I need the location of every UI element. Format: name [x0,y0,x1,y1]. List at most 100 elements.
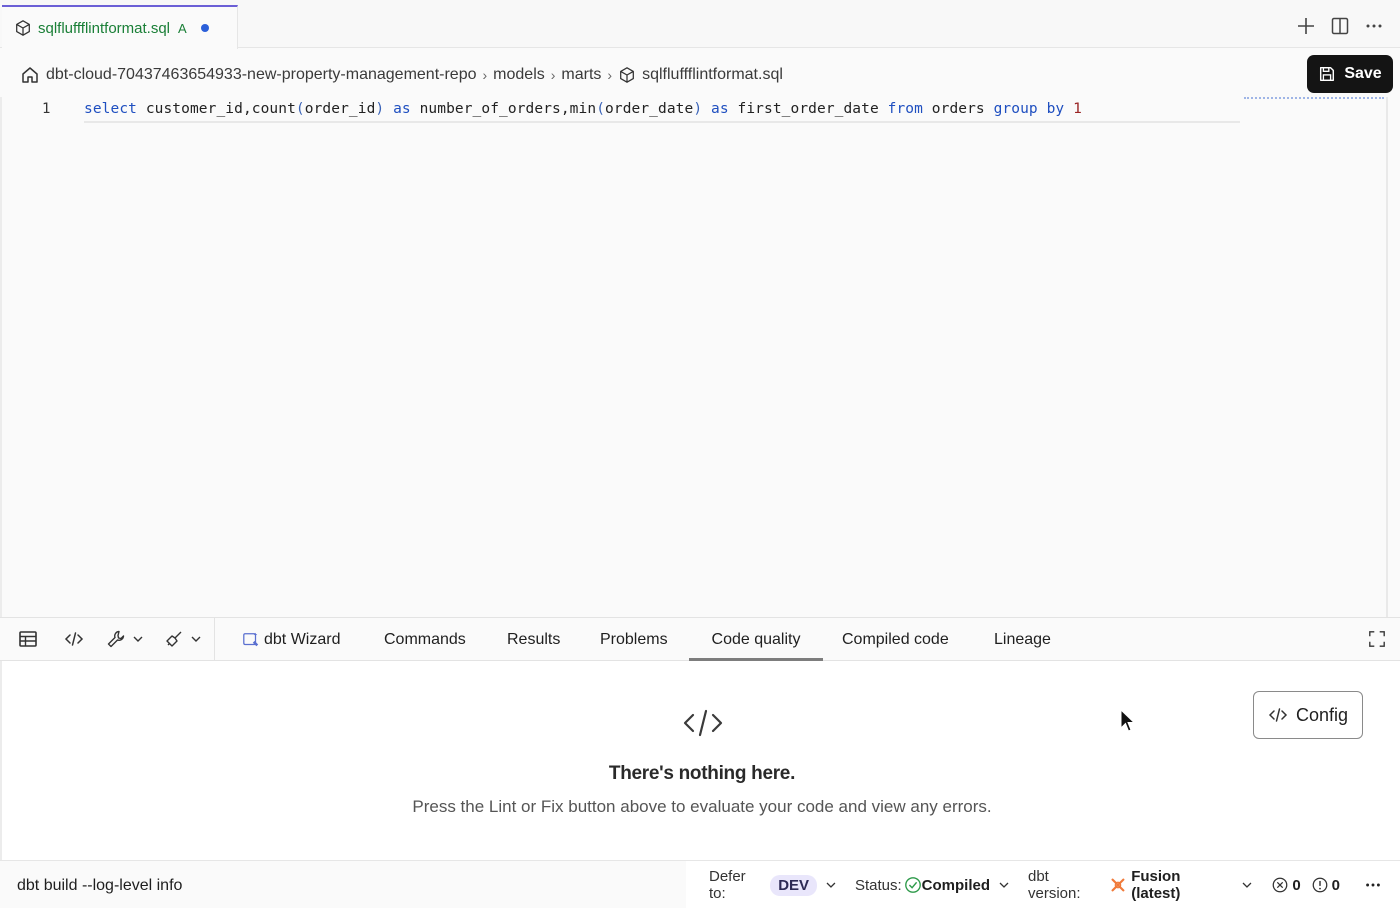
tab-problems-label: Problems [600,630,668,648]
tab-dbt-wizard-label: dbt Wizard [264,630,341,648]
wizard-icon [243,632,259,646]
chevron-down-icon [999,882,1009,888]
version-value: Fusion (latest) [1131,868,1181,902]
chevron-down-icon [826,882,836,888]
home-icon[interactable] [20,65,40,85]
tab-lineage-label: Lineage [994,630,1051,648]
tab-code-quality[interactable]: Code quality [689,618,823,661]
mouse-cursor-icon [1120,709,1136,732]
defer-selector[interactable]: Defer to: DEV [709,868,837,902]
tab-results-label: Results [507,630,561,648]
dbt-version-selector[interactable]: dbt version: Fusion (latest) [1028,868,1253,902]
breadcrumb: dbt-cloud-70437463654933-new-property-ma… [20,63,783,87]
status-value: Compiled [921,876,990,894]
chevron-down-icon [133,636,143,642]
code-icon [683,709,723,737]
status-label: Status: [854,876,902,894]
chevron-right-icon: › [607,67,613,83]
expand-icon[interactable] [1368,630,1386,648]
code-icon [64,632,84,646]
code-token: number_of_orders,min [410,101,597,117]
tab-code-quality-label: Code quality [711,630,801,648]
status-bar: dbt build --log-level info Defer to: DEV… [0,860,1400,908]
breadcrumb-marts[interactable]: marts [561,66,601,84]
breadcrumb-file[interactable]: sqlfluffflintformat.sql [642,66,783,84]
build-menu-button[interactable] [106,629,144,649]
warning-icon [1312,877,1328,893]
line-number: 1 [42,101,51,117]
code-view-button[interactable] [64,629,84,649]
lint-menu-button[interactable] [164,629,202,649]
fusion-icon [1111,878,1125,892]
file-tab[interactable]: sqlfluffflintformat.sql A [2,5,238,49]
tab-problems[interactable]: Problems [600,618,668,661]
warnings-count: 0 [1331,876,1340,894]
editor-scrollbar[interactable] [1386,97,1388,617]
tab-compiled-code[interactable]: Compiled code [842,618,949,661]
table-view-button[interactable] [18,629,38,649]
last-command[interactable]: dbt build --log-level info [17,877,182,895]
cube-icon [620,67,635,83]
code-token: as [384,101,411,117]
status-more-button[interactable] [1364,876,1382,894]
tab-commands[interactable]: Commands [384,618,466,661]
defer-label: Defer to: [709,868,746,902]
plus-icon[interactable] [1296,16,1316,36]
compile-status[interactable]: Status: Compiled [855,876,1010,894]
code-token: ) [693,101,703,117]
code-token: first_order_date [728,101,888,117]
breadcrumb-repo[interactable]: dbt-cloud-70437463654933-new-property-ma… [46,66,477,84]
empty-state-message: Press the Lint or Fix button above to ev… [412,797,992,816]
code-token: select [84,101,137,117]
bottom-panel-toolbar: dbt Wizard Commands Results Problems Cod… [0,617,1400,661]
code-token: order_date [605,101,694,117]
code-token: as [702,101,729,117]
code-token: from [887,101,923,117]
tab-filename: sqlfluffflintformat.sql [38,19,171,37]
chevron-right-icon: › [482,67,488,83]
config-label: Config [1295,704,1349,725]
code-token: ( [295,101,305,117]
warnings-counter[interactable]: 0 [1311,876,1340,894]
unsaved-dot-icon [200,24,209,32]
config-button[interactable]: Config [1253,691,1363,739]
tab-commands-label: Commands [384,630,466,648]
chevron-right-icon: › [550,67,556,83]
toolbar-divider [214,618,215,661]
chevron-down-icon [1242,882,1252,888]
code-quality-panel: There's nothing here. Press the Lint or … [0,661,1400,860]
tab-compiled-code-label: Compiled code [842,630,949,648]
ide-window: sqlfluffflintformat.sql A dbt-cloud-7043… [0,0,1400,908]
tab-lineage[interactable]: Lineage [994,618,1051,661]
code-token: order_id [304,101,376,117]
code-token: group by [993,101,1065,117]
minimap[interactable] [1244,97,1384,101]
empty-state-title: There's nothing here. [608,763,796,784]
errors-counter[interactable]: 0 [1271,876,1301,894]
status-bar-right: Defer to: DEV Status: Compiled dbt versi… [686,861,1400,908]
code-token: ) [375,101,385,117]
errors-count: 0 [1292,876,1301,894]
breadcrumb-models[interactable]: models [493,66,545,84]
split-editor-icon[interactable] [1330,16,1350,36]
more-icon[interactable] [1364,16,1384,36]
tab-dbt-wizard[interactable]: dbt Wizard [242,618,340,661]
more-icon [1366,883,1380,887]
tab-results[interactable]: Results [507,618,560,661]
code-editor[interactable]: 1 select customer_id,count(order_id) as … [0,97,1400,617]
broom-icon [166,631,182,647]
code-line[interactable]: select customer_id,count(order_id) as nu… [84,101,1240,123]
save-button[interactable]: Save [1307,55,1393,93]
check-circle-icon [904,877,921,893]
save-label: Save [1344,65,1382,82]
code-token: ( [596,101,606,117]
table-icon [19,631,37,647]
git-status-badge: A [178,20,187,36]
wrench-icon [107,630,125,648]
save-icon [1320,66,1335,82]
defer-env-badge: DEV [770,874,818,896]
chevron-down-icon [191,636,201,642]
cube-icon [16,20,30,36]
version-label: dbt version: [1028,868,1081,902]
error-icon [1272,877,1288,893]
